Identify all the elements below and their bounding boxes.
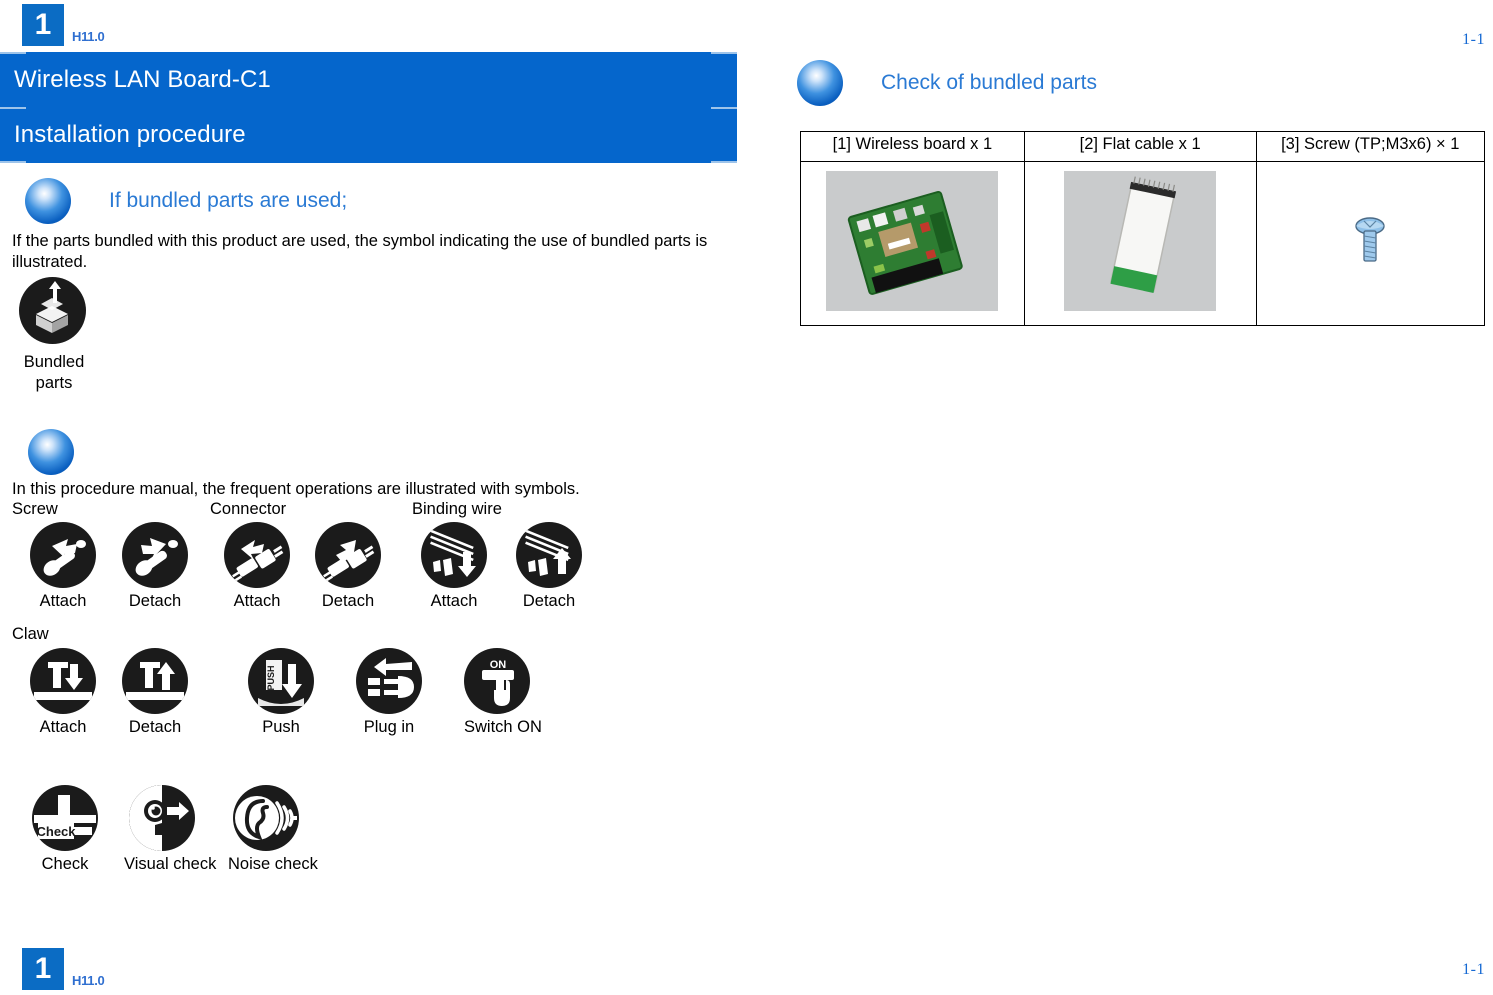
noise-check-icon xyxy=(233,785,299,851)
parts-table-header-1: [1] Wireless board x 1 xyxy=(800,131,1025,162)
parts-table-cell-3 xyxy=(1255,161,1486,326)
symbol-caption: Attach xyxy=(39,592,87,610)
blue-orb-icon xyxy=(25,178,71,224)
screw-illustration xyxy=(1257,210,1484,277)
screw-detach-icon xyxy=(122,522,188,588)
bundled-parts-symbol-caption: Bundled parts xyxy=(23,353,85,392)
title-block: Wireless LAN Board-C1 Installation proce… xyxy=(0,52,737,163)
bundled-parts-heading: If bundled parts are used; xyxy=(109,189,348,212)
blue-orb-icon-2 xyxy=(28,429,74,475)
flat-cable-photo xyxy=(1064,171,1217,311)
symbol-caption: Detach xyxy=(128,592,182,610)
symbol-caption: Push xyxy=(262,718,300,736)
title-tick-mid-left xyxy=(0,107,26,109)
title-tick-bottom-left xyxy=(0,161,26,163)
check-bundled-parts-heading: Check of bundled parts xyxy=(881,71,1097,94)
product-title: Wireless LAN Board-C1 xyxy=(14,65,271,93)
version-label-footer: H11.0 xyxy=(72,973,105,988)
product-title-row: Wireless LAN Board-C1 xyxy=(0,52,737,107)
table-row xyxy=(800,161,1486,326)
symbol-claw-attach: Attach xyxy=(30,648,96,737)
bundled-parts-paragraph: If the parts bundled with this product a… xyxy=(12,232,708,271)
symbol-check: Check Check xyxy=(32,785,98,874)
symbol-binding-wire-attach: Attach xyxy=(421,522,487,611)
page-number-top: 1-1 xyxy=(1462,31,1485,48)
symbol-caption: Visual check xyxy=(124,855,217,873)
title-tick-mid-right xyxy=(711,107,737,109)
symbol-screw-detach: Detach xyxy=(122,522,188,611)
section-title-row: Installation procedure xyxy=(0,107,737,163)
symbol-screw-attach: Attach xyxy=(30,522,96,611)
section-title: Installation procedure xyxy=(14,121,246,148)
chapter-logo-footer: 1 H11.0 xyxy=(22,948,105,990)
group-label-binding-wire: Binding wire xyxy=(412,500,502,518)
symbols-heading-group xyxy=(28,429,74,475)
visual-check-icon xyxy=(129,785,195,851)
bundled-parts-icon xyxy=(19,277,86,344)
switch-on-icon: ON xyxy=(464,648,530,714)
connector-detach-icon xyxy=(315,522,381,588)
symbol-caption: Check xyxy=(41,855,89,873)
symbol-switch-on: ON Switch ON xyxy=(464,648,542,737)
push-icon: PUSH xyxy=(248,648,314,714)
wireless-board-photo xyxy=(826,171,999,311)
bundled-parts-symbol xyxy=(19,277,86,344)
group-label-connector: Connector xyxy=(210,500,287,518)
parts-table-header-3: [3] Screw (TP;M3x6) × 1 xyxy=(1255,131,1486,162)
svg-text:Check: Check xyxy=(36,824,76,839)
symbol-caption: Detach xyxy=(321,592,375,610)
symbol-caption: Switch ON xyxy=(464,718,542,736)
check-bundled-parts-heading-group: Check of bundled parts xyxy=(797,60,1097,106)
symbol-caption: Attach xyxy=(430,592,478,610)
bundled-parts-heading-group: If bundled parts are used; xyxy=(25,178,347,224)
symbol-claw-detach: Detach xyxy=(122,648,188,737)
chapter-number-box-footer: 1 xyxy=(22,948,64,990)
title-tick-top-left xyxy=(0,52,26,54)
claw-attach-icon xyxy=(30,648,96,714)
screw-attach-icon xyxy=(30,522,96,588)
symbol-visual-check: Visual check xyxy=(124,785,217,874)
symbol-connector-detach: Detach xyxy=(315,522,381,611)
symbol-push: PUSH Push xyxy=(248,648,314,737)
symbol-caption: Attach xyxy=(233,592,281,610)
symbol-caption: Plug in xyxy=(363,718,415,736)
version-label-header: H11.0 xyxy=(72,29,105,44)
chapter-logo-header: 1 H11.0 xyxy=(22,4,105,46)
symbol-plug-in: Plug in xyxy=(356,648,422,737)
symbol-caption: Attach xyxy=(39,718,87,736)
title-tick-top-right xyxy=(711,52,737,54)
parts-table-cell-2 xyxy=(1023,161,1257,326)
symbol-caption: Detach xyxy=(522,592,576,610)
group-label-screw: Screw xyxy=(12,500,58,518)
symbol-caption: Detach xyxy=(128,718,182,736)
svg-text:ON: ON xyxy=(490,659,507,671)
chapter-number-box: 1 xyxy=(22,4,64,46)
binding-wire-detach-icon xyxy=(516,522,582,588)
group-label-claw: Claw xyxy=(12,625,49,643)
plug-in-icon xyxy=(356,648,422,714)
title-tick-bottom-right xyxy=(711,161,737,163)
symbol-noise-check: Noise check xyxy=(228,785,318,874)
symbol-caption: Noise check xyxy=(228,855,318,873)
bundled-parts-table: [1] Wireless board x 1 [2] Flat cable x … xyxy=(800,131,1486,326)
blue-orb-icon-3 xyxy=(797,60,843,106)
symbol-binding-wire-detach: Detach xyxy=(516,522,582,611)
svg-text:PUSH: PUSH xyxy=(266,665,276,690)
document-page: 1 H11.0 1-1 Wireless LAN Board-C1 Instal… xyxy=(0,0,1493,995)
claw-detach-icon xyxy=(122,648,188,714)
check-icon: Check xyxy=(32,785,98,851)
parts-table-cell-1 xyxy=(800,161,1025,326)
connector-attach-icon xyxy=(224,522,290,588)
table-header-row: [1] Wireless board x 1 [2] Flat cable x … xyxy=(800,131,1486,162)
symbol-connector-attach: Attach xyxy=(224,522,290,611)
binding-wire-attach-icon xyxy=(421,522,487,588)
parts-table-header-2: [2] Flat cable x 1 xyxy=(1023,131,1257,162)
symbols-paragraph: In this procedure manual, the frequent o… xyxy=(12,480,580,498)
page-number-bottom: 1-1 xyxy=(1462,961,1485,978)
